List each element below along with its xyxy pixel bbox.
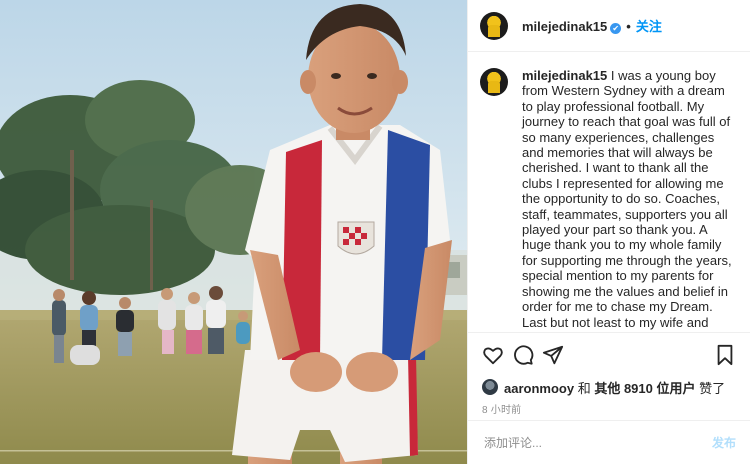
- share-icon: [542, 345, 564, 364]
- share-button[interactable]: [538, 340, 568, 370]
- liker-username[interactable]: aaronmooy: [504, 381, 574, 396]
- caption-scrollbar[interactable]: [746, 54, 750, 294]
- instagram-post-modal: milejedinak15 ✔ • 关注 milejedinak15 I was a …: [0, 0, 750, 464]
- post-photo[interactable]: [0, 0, 467, 464]
- author-info: milejedinak15 ✔ • 关注: [522, 16, 662, 35]
- comment-box: 发布: [468, 420, 750, 464]
- like-button[interactable]: [478, 340, 508, 370]
- save-button[interactable]: [710, 340, 740, 370]
- comment-input[interactable]: [482, 434, 712, 451]
- post-comment-button[interactable]: 发布: [712, 434, 736, 451]
- liker-avatar[interactable]: [482, 379, 498, 395]
- likes-and: 和: [574, 380, 595, 396]
- separator-dot: •: [626, 19, 631, 34]
- likes-summary: aaronmooy 和 其他 8910 位用户 赞了: [468, 376, 750, 398]
- post-side-panel: milejedinak15 ✔ • 关注 milejedinak15 I was a …: [467, 0, 750, 464]
- follow-button[interactable]: 关注: [636, 19, 662, 34]
- likes-others-link[interactable]: 其他 8910 位用户: [594, 381, 695, 396]
- photo-illustration: [0, 0, 467, 464]
- caption-username[interactable]: milejedinak15: [522, 68, 607, 83]
- post-timestamp[interactable]: 8 小时前: [468, 398, 750, 418]
- caption: milejedinak15 I was a young boy from Wes…: [522, 68, 738, 332]
- author-username[interactable]: milejedinak15: [522, 19, 607, 34]
- jersey-crest: [337, 221, 375, 255]
- caption-section: milejedinak15 I was a young boy from Wes…: [468, 52, 750, 332]
- heart-icon: [483, 346, 503, 364]
- caption-body: I was a young boy from Western Sydney wi…: [522, 68, 732, 332]
- action-bar: [468, 332, 750, 376]
- bookmark-icon: [717, 344, 733, 365]
- caption-avatar[interactable]: [480, 68, 508, 96]
- verified-badge-icon: ✔: [610, 23, 622, 34]
- comment-icon: [514, 344, 534, 365]
- likes-tail: 赞了: [695, 380, 726, 396]
- likes-count: 8910: [623, 380, 653, 396]
- post-header: milejedinak15 ✔ • 关注: [468, 0, 750, 52]
- comment-button[interactable]: [508, 340, 538, 370]
- author-avatar[interactable]: [480, 11, 508, 40]
